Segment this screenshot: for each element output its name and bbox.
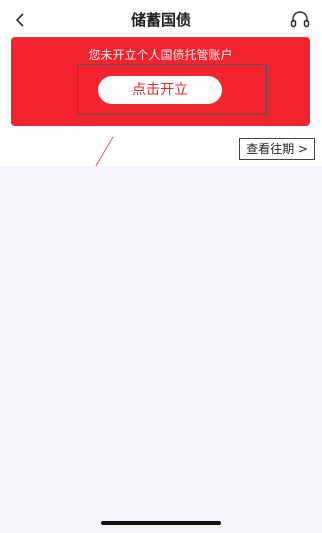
open-account-button[interactable]: 点击开立 [98, 76, 222, 104]
page-title: 储蓄国债 [130, 11, 191, 29]
home-indicator [101, 521, 221, 525]
content-area [0, 166, 322, 533]
customer-service-button[interactable] [288, 8, 312, 32]
account-card: 您未开立个人国债托管账户 点击开立 [11, 37, 310, 126]
headset-icon [290, 11, 310, 28]
no-account-message: 您未开立个人国债托管账户 [88, 48, 233, 62]
view-history-button[interactable]: 查看往期 > [239, 138, 315, 160]
top-bar: 储蓄国债 [0, 0, 322, 40]
